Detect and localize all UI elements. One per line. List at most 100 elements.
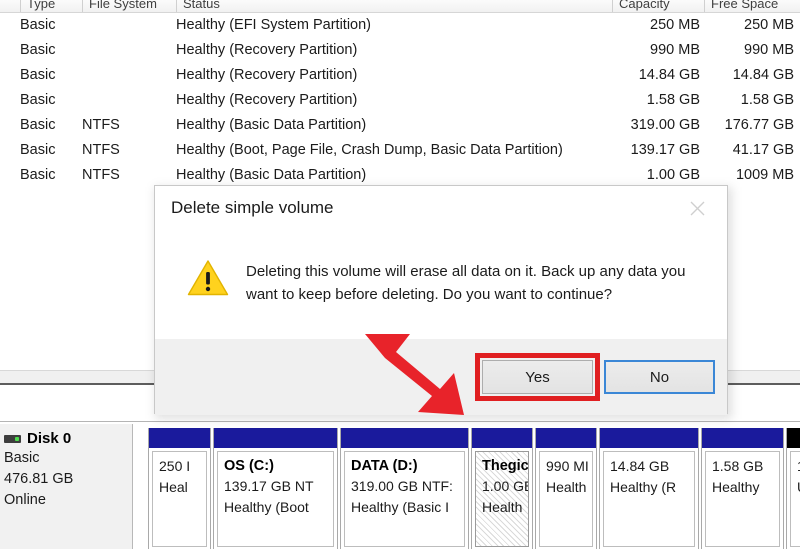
- cell-status: Healthy (Recovery Partition): [176, 38, 616, 63]
- partition-size: 14.84 GB: [610, 456, 689, 477]
- partition-size: 990 MI: [546, 456, 587, 477]
- partition-block[interactable]: 990 MIHealth: [535, 428, 597, 549]
- disk-title-label: Disk 0: [27, 430, 71, 448]
- cell-free-space: 990 MB: [708, 38, 794, 63]
- cell-free-space: 1.58 GB: [708, 88, 794, 113]
- disk-size-label: 476.81 GB: [4, 469, 132, 490]
- no-button[interactable]: No: [604, 360, 715, 394]
- partition-capacity-bar: [214, 428, 337, 448]
- cell-type: Basic: [20, 13, 82, 38]
- cell-free-space: 14.84 GB: [708, 63, 794, 88]
- warning-triangle-icon: [187, 259, 229, 297]
- column-header-name[interactable]: [0, 0, 20, 13]
- graphical-disk-view: Disk 0 Basic 476.81 GB Online 250 IHealO…: [0, 421, 800, 549]
- annotation-arrow-icon: [352, 332, 512, 422]
- disk-title-row: Disk 0: [4, 430, 132, 448]
- partition-status: Healthy (Boot: [224, 497, 328, 518]
- column-header-type[interactable]: Type: [20, 0, 82, 13]
- partition-capacity-bar: [702, 428, 783, 448]
- disk-status-label: Online: [4, 490, 132, 511]
- partition-block[interactable]: 250 IHeal: [148, 428, 211, 549]
- column-header-status[interactable]: Status: [176, 0, 612, 13]
- cell-type: Basic: [20, 38, 82, 63]
- partition-body: 1U: [790, 451, 800, 547]
- partition-capacity-bar: [600, 428, 698, 448]
- partition-block[interactable]: DATA (D:)319.00 GB NTF:Healthy (Basic I: [340, 428, 469, 549]
- partition-capacity-bar: [787, 428, 800, 448]
- partition-size: 250 I: [159, 456, 201, 477]
- disk-drive-icon: [4, 435, 21, 443]
- cell-free-space: 176.77 GB: [708, 113, 794, 138]
- cell-name: e: [0, 38, 14, 63]
- dialog-message: Deleting this volume will erase all data…: [246, 260, 686, 306]
- partition-status: Health: [482, 497, 523, 518]
- partition-size: 1.00 GE: [482, 476, 523, 497]
- dialog-title-bar: Delete simple volume: [155, 186, 727, 232]
- cell-name: e: [0, 163, 14, 188]
- cell-name: e: [0, 113, 14, 138]
- cell-capacity: 319.00 GB: [612, 113, 700, 138]
- cell-type: Basic: [20, 163, 82, 188]
- cell-type: Basic: [20, 113, 82, 138]
- partition-strip: 250 IHealOS (C:)139.17 GB NTHealthy (Boo…: [134, 424, 800, 549]
- table-row[interactable]: eBasicHealthy (Recovery Partition)14.84 …: [0, 63, 800, 88]
- cell-status: Healthy (EFI System Partition): [176, 13, 616, 38]
- partition-body: Thegic1.00 GEHealth: [475, 451, 529, 547]
- partition-capacity-bar: [149, 428, 210, 448]
- cell-name: e: [0, 13, 14, 38]
- partition-size: 319.00 GB NTF:: [351, 476, 459, 497]
- partition-body: DATA (D:)319.00 GB NTF:Healthy (Basic I: [344, 451, 465, 547]
- column-header-free-space[interactable]: Free Space: [704, 0, 800, 13]
- cell-free-space: 41.17 GB: [708, 138, 794, 163]
- column-header-capacity[interactable]: Capacity: [612, 0, 704, 13]
- disk-info-panel[interactable]: Disk 0 Basic 476.81 GB Online: [0, 424, 133, 549]
- disk-management-window: Type File System Status Capacity Free Sp…: [0, 0, 800, 549]
- table-row[interactable]: eBasicHealthy (Recovery Partition)990 MB…: [0, 38, 800, 63]
- disk-type-label: Basic: [4, 448, 132, 469]
- dialog-title: Delete simple volume: [171, 198, 334, 218]
- cell-name: e: [0, 138, 14, 163]
- partition-status: Health: [546, 477, 587, 498]
- cell-capacity: 14.84 GB: [612, 63, 700, 88]
- partition-status: Heal: [159, 477, 201, 498]
- partition-size: 139.17 GB NT: [224, 476, 328, 497]
- table-row[interactable]: eBasic Healthy (Recovery Partition) 1.58 G…: [0, 88, 800, 113]
- table-row[interactable]: eBasicHealthy (EFI System Partition)250 …: [0, 13, 800, 38]
- partition-body: 250 IHeal: [152, 451, 207, 547]
- cell-status: Healthy (Recovery Partition): [176, 88, 616, 113]
- cell-name: e: [0, 63, 14, 88]
- partition-capacity-bar: [472, 428, 532, 448]
- partition-body: 990 MIHealth: [539, 451, 593, 547]
- partition-body: OS (C:)139.17 GB NTHealthy (Boot: [217, 451, 334, 547]
- dialog-body: Deleting this volume will erase all data…: [155, 232, 727, 339]
- cell-type: Basic: [20, 88, 82, 113]
- cell-name: e: [0, 88, 14, 113]
- partition-block[interactable]: 1.58 GBHealthy: [701, 428, 784, 549]
- partition-block[interactable]: 14.84 GBHealthy (R: [599, 428, 699, 549]
- cell-type: Basic: [20, 63, 82, 88]
- partition-block[interactable]: Thegic1.00 GEHealth: [471, 428, 533, 549]
- volume-list-header: Type File System Status Capacity Free Sp…: [0, 0, 800, 13]
- partition-body: 1.58 GBHealthy: [705, 451, 780, 547]
- partition-block[interactable]: OS (C:)139.17 GB NTHealthy (Boot: [213, 428, 338, 549]
- cell-status: Healthy (Boot, Page File, Crash Dump, Ba…: [176, 138, 616, 163]
- cell-file-system: NTFS: [82, 138, 162, 163]
- table-row[interactable]: eBasicNTFS Healthy (Basic Data Partition)…: [0, 113, 800, 138]
- cell-capacity: 250 MB: [612, 13, 700, 38]
- partition-block[interactable]: 1U: [786, 428, 800, 549]
- cell-capacity: 990 MB: [612, 38, 700, 63]
- table-row[interactable]: eBasicNTFS Healthy (Boot, Page File, Cras…: [0, 138, 800, 163]
- partition-capacity-bar: [536, 428, 596, 448]
- partition-title: Thegic: [482, 456, 523, 476]
- cell-status: Healthy (Basic Data Partition): [176, 113, 616, 138]
- cell-type: Basic: [20, 138, 82, 163]
- cell-file-system: NTFS: [82, 163, 162, 188]
- cell-status: Healthy (Recovery Partition): [176, 63, 616, 88]
- column-header-file-system[interactable]: File System: [82, 0, 176, 13]
- partition-capacity-bar: [341, 428, 468, 448]
- volume-list-rows: eBasicHealthy (EFI System Partition)250 …: [0, 13, 800, 188]
- cell-free-space: 250 MB: [708, 13, 794, 38]
- partition-title: DATA (D:): [351, 456, 459, 476]
- close-icon[interactable]: [677, 194, 717, 222]
- cell-file-system: NTFS: [82, 113, 162, 138]
